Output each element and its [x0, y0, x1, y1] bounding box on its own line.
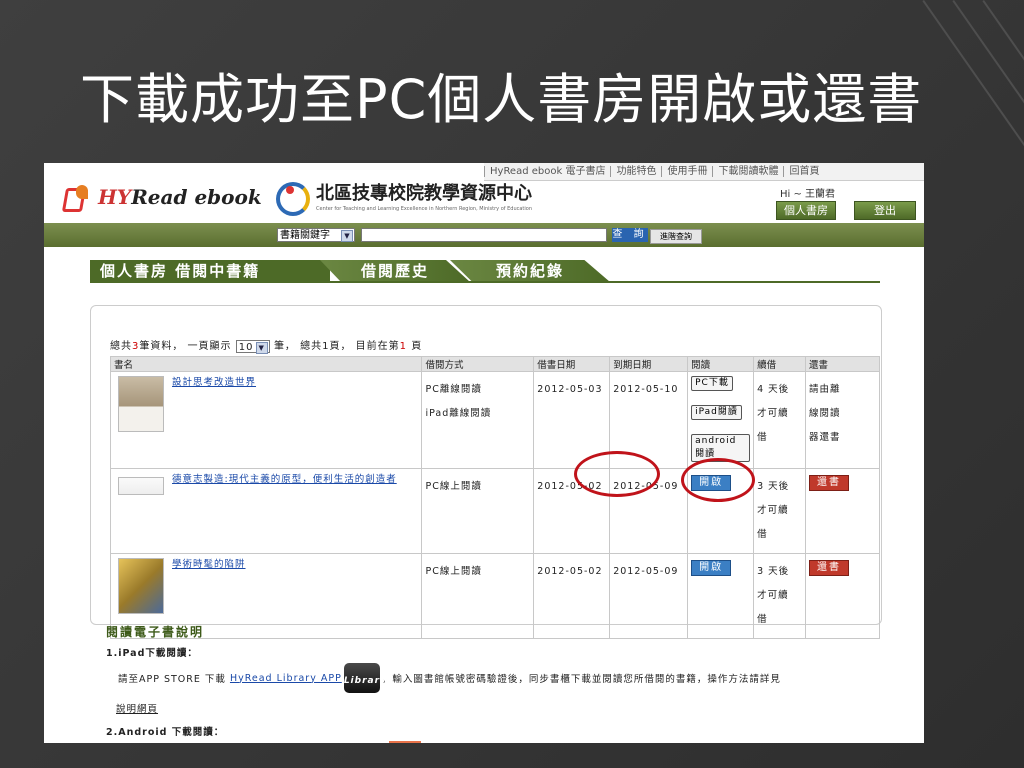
tab-underline — [90, 281, 880, 283]
page-size-select[interactable]: 10 ▼ — [235, 339, 270, 354]
center-branding: 北區技專校院教學資源中心 Center for Teaching and Lea… — [272, 179, 533, 216]
top-link-features[interactable]: 功能特色 — [610, 166, 662, 177]
help-page-link[interactable]: 說明網頁 — [116, 701, 158, 715]
open-book-button[interactable]: 開啟 — [691, 560, 732, 576]
chevron-down-icon: ▼ — [255, 341, 268, 354]
top-link-download[interactable]: 下載閱讀軟體 — [712, 166, 784, 177]
user-greeting: Hi ~ 王蘭君 — [780, 189, 836, 200]
center-subtitle: Center for Teaching and Learning Excelle… — [316, 206, 533, 212]
table-row: 設計思考改造世界 PC離線閱讀 iPad離線閱讀 2012-05-03 2012-… — [109, 371, 880, 469]
top-link-home[interactable]: 回首頁 — [783, 166, 825, 177]
tab-reservations[interactable]: 預約紀錄 — [450, 260, 610, 282]
advanced-search-button[interactable]: 進階查詢 — [650, 229, 702, 244]
borrowed-books-table: 書名 借閱方式 借書日期 到期日期 閱讀 續借 還書 設計思考改造世界 PC離線… — [109, 356, 880, 639]
chevron-down-icon: ▼ — [341, 230, 353, 242]
highlight-circle-open-button — [681, 458, 755, 502]
book-cover-image[interactable] — [118, 558, 164, 614]
book-title-link[interactable]: 設計思考改造世界 — [172, 377, 256, 388]
center-logo-icon — [272, 180, 310, 216]
tab-borrowed-books[interactable]: 個人書房 借閱中書籍 — [90, 260, 330, 282]
table-row: 德意志製造:現代主義的原型，便利生活的創造者 PC線上閱讀 2012-05-02… — [109, 468, 880, 554]
browser-screenshot: HyRead ebook 電子書店 功能特色 使用手冊 下載閱讀軟體 回首頁 HYRea… — [44, 163, 924, 743]
tab-bar: 個人書房 借閱中書籍 借閱歷史 預約紀錄 — [90, 260, 650, 282]
android-heading: 2.Android 下載閱讀： — [106, 727, 225, 738]
hyread-library-app-icon[interactable]: Library — [343, 663, 386, 693]
search-button[interactable]: 查 詢 — [612, 228, 648, 242]
book-title-link[interactable]: 學術時髦的陷阱 — [172, 559, 246, 570]
personal-library-button[interactable]: 個人書房 — [776, 201, 836, 220]
highlight-circle-dates — [574, 451, 660, 497]
ipad-instructions: 請至APP STORE 下載 HyRead Library APP Librar… — [118, 663, 781, 693]
table-row: 學術時髦的陷阱 PC線上閱讀 2012-05-02 2012-05-09 開啟 … — [109, 553, 880, 639]
hyread-logo[interactable]: HYRead ebook — [61, 185, 262, 212]
ipad-read-button[interactable]: iPad閱讀 — [691, 405, 742, 420]
result-summary: 總共3筆資料， 一頁顯示 10 ▼ 筆， 總共1頁， 目前在第1 頁 — [110, 339, 423, 354]
hyread-library-app-link[interactable]: HyRead Library APP — [230, 673, 342, 684]
logout-button[interactable]: 登出 — [854, 201, 916, 220]
top-links: HyRead ebook 電子書店 功能特色 使用手冊 下載閱讀軟體 回首頁 — [484, 163, 924, 181]
return-book-button[interactable]: 還書 — [809, 560, 850, 576]
android-action-button[interactable] — [389, 741, 421, 743]
book-cover-image[interactable] — [118, 477, 164, 495]
table-header-row: 書名 借閱方式 借書日期 到期日期 閱讀 續借 還書 — [109, 356, 880, 372]
search-input[interactable] — [361, 228, 607, 242]
top-link-manual[interactable]: 使用手冊 — [661, 166, 713, 177]
slide-title: 下載成功至PC個人書房開啟或還書 — [80, 68, 923, 131]
hyread-logo-icon — [61, 185, 94, 212]
center-name: 北區技專校院教學資源中心 — [316, 183, 532, 204]
reading-instructions-title: 閱讀電子書說明 — [106, 625, 205, 639]
book-title-link[interactable]: 德意志製造:現代主義的原型，便利生活的創造者 — [172, 474, 397, 485]
pc-download-button[interactable]: PC下載 — [691, 376, 733, 391]
top-link-store[interactable]: HyRead ebook 電子書店 — [484, 166, 611, 177]
ipad-heading: 1.iPad下載閱讀： — [106, 648, 198, 659]
search-category-select[interactable]: 書籍關鍵字 ▼ — [277, 228, 355, 242]
tab-borrow-history[interactable]: 借閱歷史 — [320, 260, 470, 282]
return-book-button[interactable]: 還書 — [809, 475, 850, 491]
book-cover-image[interactable] — [118, 376, 164, 432]
